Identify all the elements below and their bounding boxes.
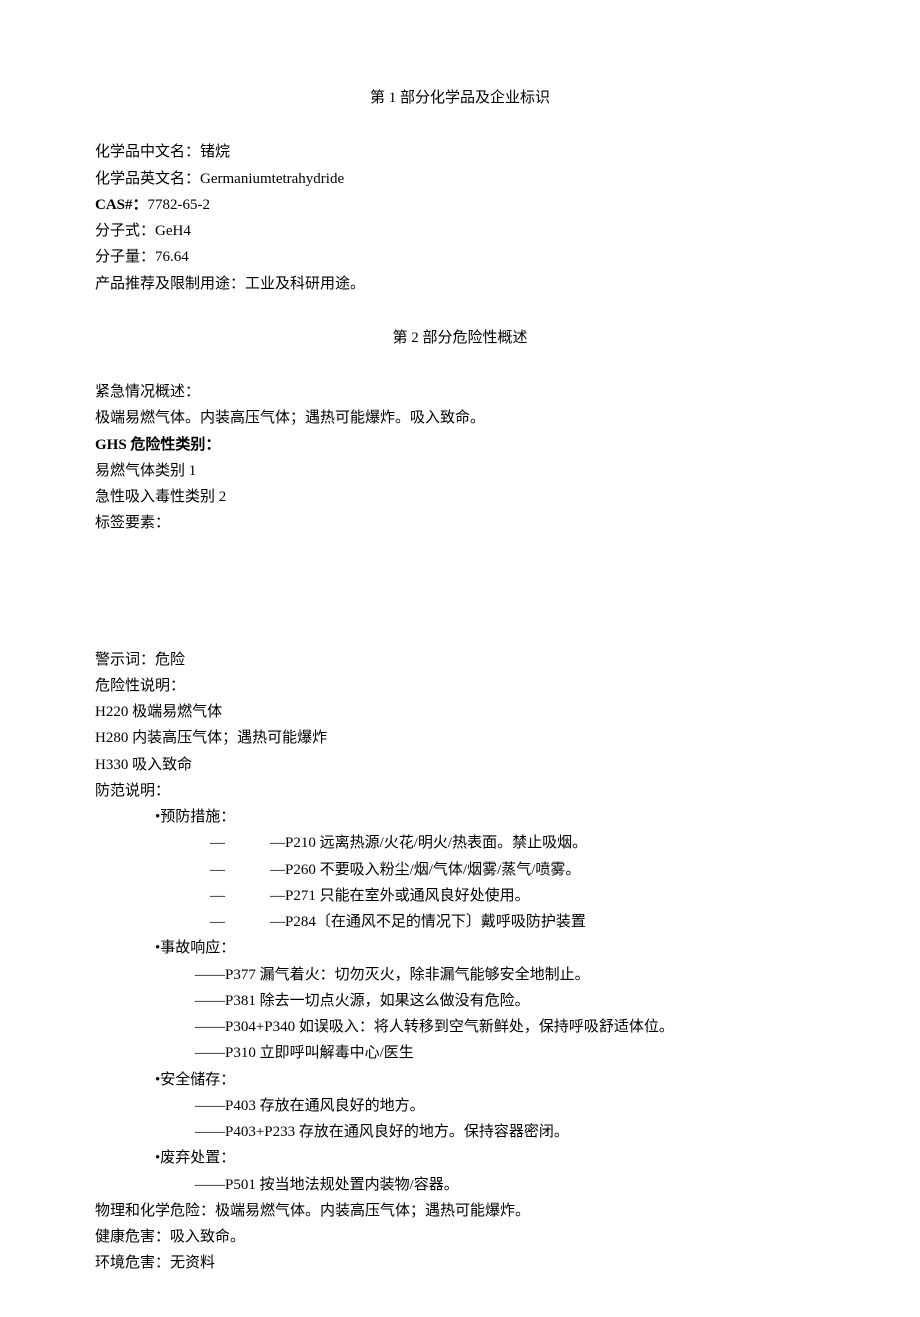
ghs-label: GHS 危险性类别： [95,432,825,458]
value-name-cn: 锗烷 [200,144,230,160]
dash-icon: — [210,883,270,909]
p377: ——P377 漏气着火：切勿灭火，除非漏气能够安全地制止。 [95,962,825,988]
physchem-label: 物理和化学危险： [95,1203,215,1219]
signal-label: 警示词： [95,652,155,668]
p260: ——P260 不要吸入粉尘/烟/气体/烟雾/蒸气/喷雾。 [95,857,825,883]
dash-icon: — [210,909,270,935]
field-cas: CAS#：7782-65-2 [95,192,825,218]
field-name-en: 化学品英文名：Germaniumtetrahydride [95,166,825,192]
health-hazard: 健康危害：吸入致命。 [95,1224,825,1250]
hazard-label: 危险性说明： [95,673,825,699]
p403-p233: ——P403+P233 存放在通风良好的地方。保持容器密闭。 [95,1119,825,1145]
field-mw: 分子量：76.64 [95,244,825,270]
health-value: 吸入致命。 [170,1229,245,1245]
value-formula: GeH4 [155,223,191,239]
value-name-en: Germaniumtetrahydride [200,171,344,187]
p381: ——P381 除去一切点火源，如果这么做没有危险。 [95,988,825,1014]
p210: ——P210 远离热源/火花/明火/热表面。禁止吸烟。 [95,830,825,856]
label-name-cn: 化学品中文名： [95,144,200,160]
storage-header: •安全储存： [95,1067,825,1093]
h280: H280 内装高压气体；遇热可能爆炸 [95,725,825,751]
p260-text: —P260 不要吸入粉尘/烟/气体/烟雾/蒸气/喷雾。 [270,862,580,878]
p310: ——P310 立即呼叫解毒中心/医生 [95,1040,825,1066]
health-label: 健康危害： [95,1229,170,1245]
value-use: 工业及科研用途。 [245,276,365,292]
field-formula: 分子式：GeH4 [95,218,825,244]
p210-text: —P210 远离热源/火花/明火/热表面。禁止吸烟。 [270,835,587,851]
label-cas: CAS#： [95,197,148,213]
pictogram-placeholder [95,537,825,647]
label-mw: 分子量： [95,249,155,265]
emergency-label: 紧急情况概述： [95,379,825,405]
document-page: 第 1 部分化学品及企业标识 化学品中文名：锗烷 化学品英文名：Germaniu… [0,0,920,1317]
label-elements: 标签要素： [95,510,825,536]
signal-word: 警示词：危险 [95,647,825,673]
env-hazard: 环境危害：无资料 [95,1250,825,1276]
signal-value: 危险 [155,652,185,668]
value-cas: 7782-65-2 [148,197,211,213]
disposal-header: •废弃处置： [95,1145,825,1171]
precaution-label: 防范说明： [95,778,825,804]
p304-p340: ——P304+P340 如误吸入：将人转移到空气新鲜处，保持呼吸舒适体位。 [95,1014,825,1040]
emergency-text: 极端易燃气体。内装高压气体；遇热可能爆炸。吸入致命。 [95,405,825,431]
label-name-en: 化学品英文名： [95,171,200,187]
dash-icon: — [210,830,270,856]
p403: ——P403 存放在通风良好的地方。 [95,1093,825,1119]
env-value: 无资料 [170,1255,215,1271]
section-1-title: 第 1 部分化学品及企业标识 [95,85,825,111]
section-2-title: 第 2 部分危险性概述 [95,325,825,351]
p271-text: —P271 只能在室外或通风良好处使用。 [270,888,530,904]
prevention-header: •预防措施： [95,804,825,830]
response-header: •事故响应： [95,935,825,961]
p284-text: —P284〔在通风不足的情况下〕戴呼吸防护装置 [270,914,586,930]
p284: ——P284〔在通风不足的情况下〕戴呼吸防护装置 [95,909,825,935]
h220: H220 极端易燃气体 [95,699,825,725]
value-mw: 76.64 [155,249,189,265]
p271: ——P271 只能在室外或通风良好处使用。 [95,883,825,909]
physchem-hazard: 物理和化学危险：极端易燃气体。内装高压气体；遇热可能爆炸。 [95,1198,825,1224]
p501: ——P501 按当地法规处置内装物/容器。 [95,1172,825,1198]
ghs-category-2: 急性吸入毒性类别 2 [95,484,825,510]
label-use: 产品推荐及限制用途： [95,276,245,292]
h330: H330 吸入致命 [95,752,825,778]
label-formula: 分子式： [95,223,155,239]
dash-icon: — [210,857,270,883]
field-name-cn: 化学品中文名：锗烷 [95,139,825,165]
ghs-category-1: 易燃气体类别 1 [95,458,825,484]
field-use: 产品推荐及限制用途：工业及科研用途。 [95,271,825,297]
env-label: 环境危害： [95,1255,170,1271]
physchem-value: 极端易燃气体。内装高压气体；遇热可能爆炸。 [215,1203,530,1219]
